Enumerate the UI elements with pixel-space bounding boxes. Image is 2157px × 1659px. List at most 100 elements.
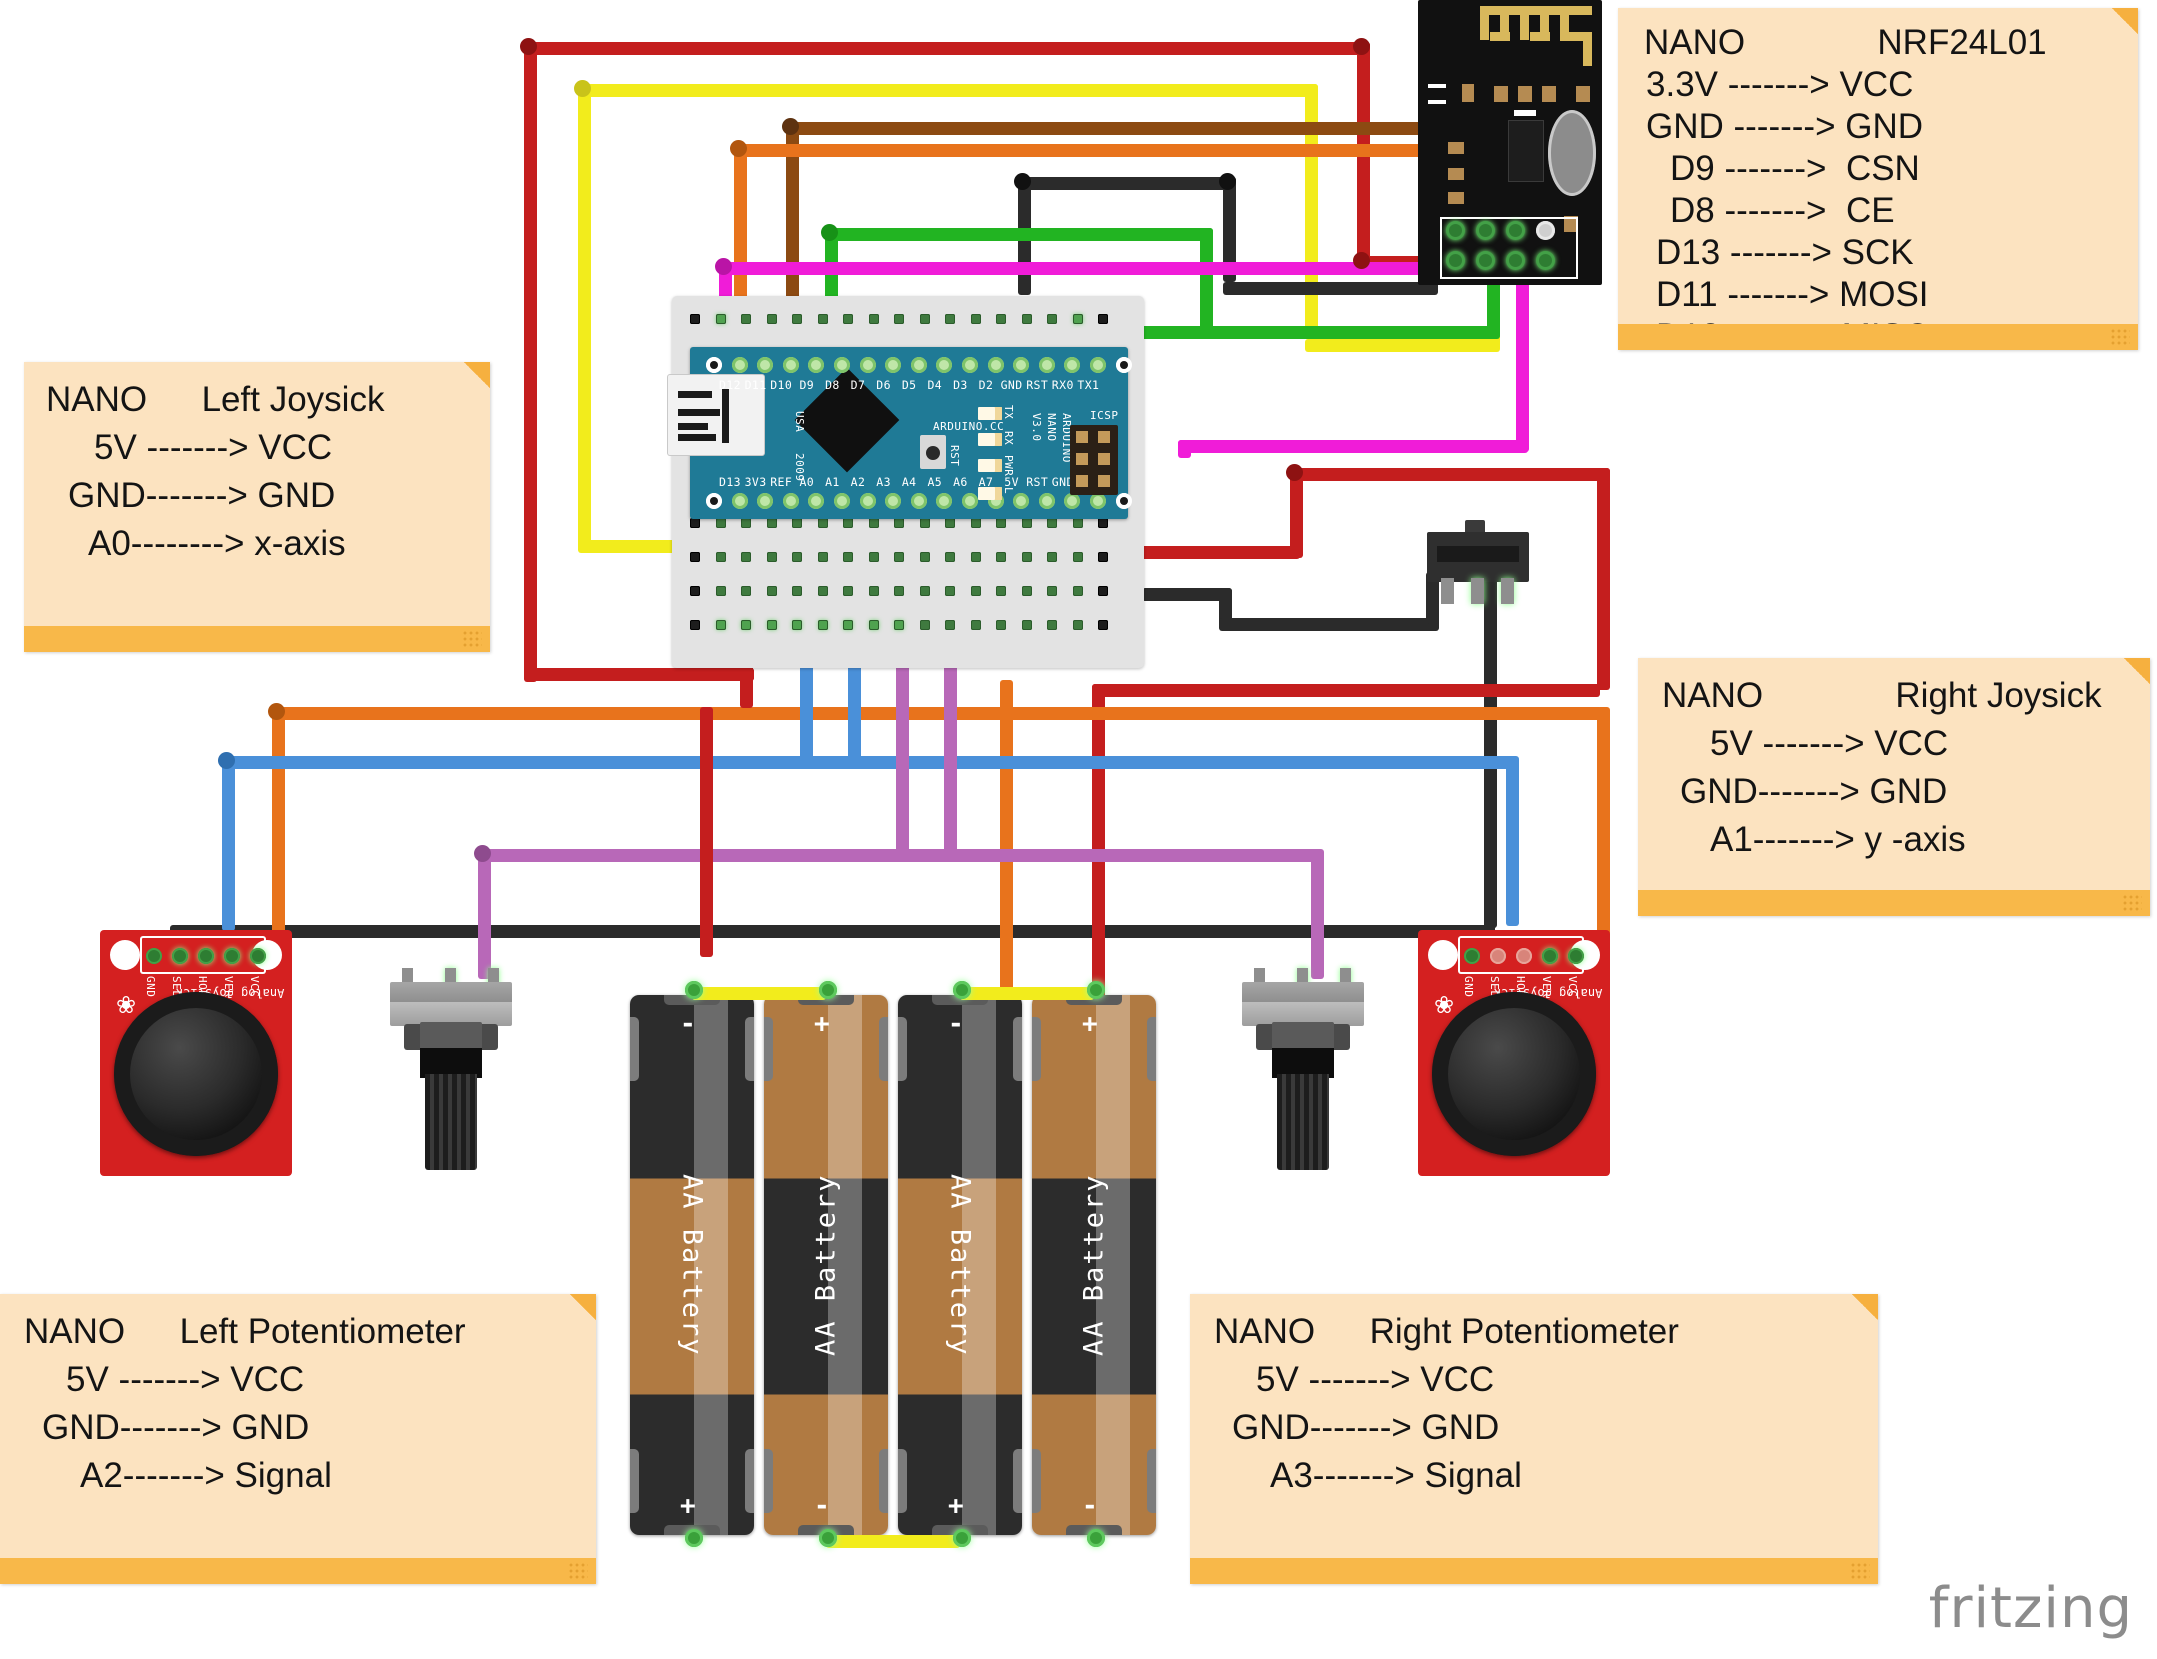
nano-top-pad[interactable] (706, 357, 722, 373)
nano-bottom-pad[interactable] (1089, 493, 1106, 509)
breadboard-hole[interactable] (843, 586, 853, 596)
wire-blue-right-down[interactable] (1506, 756, 1519, 926)
nano-top-pad[interactable] (987, 357, 1004, 373)
nano-top-pad[interactable] (757, 357, 774, 373)
breadboard-hole[interactable] (894, 552, 904, 562)
aa-battery-pack[interactable]: AA Battery - + AA Battery + - AA Battery - + AA B… (630, 981, 1170, 1570)
icsp-header[interactable] (1070, 425, 1118, 495)
wire-magenta-top[interactable] (719, 262, 1529, 275)
wire-black-upper-bottom[interactable] (1223, 282, 1438, 295)
breadboard-hole[interactable] (817, 552, 828, 562)
breadboard-row-lower-5[interactable] (690, 620, 1124, 630)
wire-purple-bb-a3[interactable] (944, 648, 957, 853)
right-potentiometer[interactable] (1242, 960, 1364, 1170)
right-joystick-module[interactable]: GND SEL HOR VER VCC Analog Joystick ❀ (1418, 930, 1610, 1176)
note-right-joystick[interactable]: NANO Right Joysick 5V -------> VCC GND--… (1638, 658, 2150, 916)
wire-blue-left-down[interactable] (222, 756, 235, 931)
breadboard-hole[interactable] (868, 518, 879, 528)
breadboard-hole[interactable] (894, 586, 904, 596)
nano-top-pad[interactable] (1115, 357, 1132, 373)
breadboard-hole[interactable] (970, 586, 981, 596)
wire-red-batt-top[interactable] (1092, 684, 1600, 697)
nano-top-pad[interactable] (859, 357, 876, 373)
breadboard-hole[interactable] (1072, 518, 1083, 528)
breadboard-hole[interactable] (766, 314, 777, 324)
nano-top-pad-row[interactable] (706, 357, 1141, 373)
breadboard-hole[interactable] (1021, 518, 1032, 528)
breadboard-hole[interactable] (945, 586, 955, 596)
breadboard-hole[interactable] (1021, 620, 1032, 630)
breadboard-hole[interactable] (766, 586, 777, 596)
breadboard-hole[interactable] (868, 586, 879, 596)
nano-bottom-pad[interactable] (757, 493, 774, 509)
aa-battery-cell[interactable]: AA Battery - + (898, 995, 1022, 1535)
breadboard-row-lower-3[interactable] (690, 552, 1124, 562)
nano-top-pad[interactable] (885, 357, 902, 373)
aa-battery-cell[interactable]: AA Battery + - (764, 995, 888, 1535)
breadboard-hole[interactable] (715, 314, 726, 324)
breadboard-hole[interactable] (1072, 586, 1083, 596)
breadboard-hole[interactable] (843, 518, 853, 528)
breadboard-hole[interactable] (792, 586, 802, 596)
breadboard-hole[interactable] (690, 314, 700, 324)
breadboard-row-lower-4[interactable] (690, 586, 1124, 596)
note-nrf24l01[interactable]: NANO NRF24L01 3.3V -------> VCC GND ----… (1618, 8, 2138, 356)
wire-red-left-vertical[interactable] (524, 42, 537, 682)
breadboard-hole[interactable] (996, 620, 1006, 630)
breadboard-hole[interactable] (741, 518, 751, 528)
wire-black-gnd-bus[interactable] (170, 925, 1495, 938)
nrf-pin-sck[interactable] (1446, 251, 1465, 270)
nano-top-pad[interactable] (936, 357, 953, 373)
left-potentiometer[interactable] (390, 960, 512, 1170)
nano-top-pad[interactable] (1064, 357, 1081, 373)
breadboard-hole[interactable] (868, 620, 879, 630)
breadboard-hole[interactable] (1098, 314, 1108, 324)
wire-yellow-top[interactable] (578, 84, 1318, 97)
reset-button[interactable] (920, 435, 946, 469)
nano-top-pad[interactable] (1089, 357, 1106, 373)
breadboard-hole[interactable] (1072, 552, 1083, 562)
nrf-pin-irq[interactable] (1536, 251, 1555, 270)
breadboard-hole[interactable] (741, 552, 751, 562)
breadboard-hole[interactable] (766, 620, 777, 630)
nano-bottom-pad[interactable] (1115, 493, 1132, 509)
nrf-pin-vcc[interactable] (1476, 221, 1495, 240)
breadboard-row-lower-2[interactable] (690, 518, 1124, 528)
joystick-pin-header[interactable] (1458, 936, 1584, 974)
nano-bottom-pad[interactable] (833, 493, 850, 509)
breadboard-hole[interactable] (843, 620, 853, 630)
joystick-pin-ver[interactable] (1542, 948, 1558, 964)
joystick-pin-ver[interactable] (224, 948, 240, 964)
breadboard-hole[interactable] (945, 314, 955, 324)
breadboard-hole[interactable] (766, 552, 777, 562)
joystick-pin-hor[interactable] (1516, 948, 1532, 964)
nano-bottom-pad-row[interactable] (706, 493, 1141, 509)
wire-magenta-down[interactable] (1178, 440, 1191, 458)
breadboard-hole[interactable] (817, 518, 828, 528)
joystick-pin-gnd[interactable] (146, 948, 162, 964)
nano-top-pad[interactable] (731, 357, 748, 373)
wire-red-switch-top[interactable] (1290, 468, 1610, 481)
switch-pin-3[interactable] (1501, 578, 1514, 604)
wire-orange-bus[interactable] (272, 707, 1602, 720)
breadboard-hole[interactable] (792, 314, 802, 324)
breadboard-hole[interactable] (970, 620, 981, 630)
nano-bottom-pad[interactable] (731, 493, 748, 509)
breadboard-hole[interactable] (1021, 586, 1032, 596)
switch-pin-1[interactable] (1441, 578, 1454, 604)
arduino-nano-board[interactable]: D12 D11 D10 D9 D8 D7 D6 D5 D4 D3 D2 GND RST RX0 TX1 D1… (668, 347, 1132, 519)
breadboard-hole[interactable] (1047, 586, 1057, 596)
aa-battery-cell[interactable]: AA Battery - + (630, 995, 754, 1535)
wire-red-top[interactable] (524, 42, 1370, 55)
breadboard-hole[interactable] (1098, 552, 1108, 562)
breadboard-hole[interactable] (792, 620, 802, 630)
note-right-potentiometer[interactable]: NANO Right Potentiometer 5V -------> VCC… (1190, 1294, 1878, 1584)
breadboard-hole[interactable] (843, 552, 853, 562)
joystick-pin-header[interactable] (140, 936, 266, 974)
breadboard-hole[interactable] (1098, 518, 1108, 528)
breadboard-hole[interactable] (996, 552, 1006, 562)
wire-orange-mid-down[interactable] (1000, 680, 1013, 1000)
nano-bottom-pad[interactable] (808, 493, 825, 509)
breadboard-hole[interactable] (715, 586, 726, 596)
breadboard-hole[interactable] (919, 518, 930, 528)
